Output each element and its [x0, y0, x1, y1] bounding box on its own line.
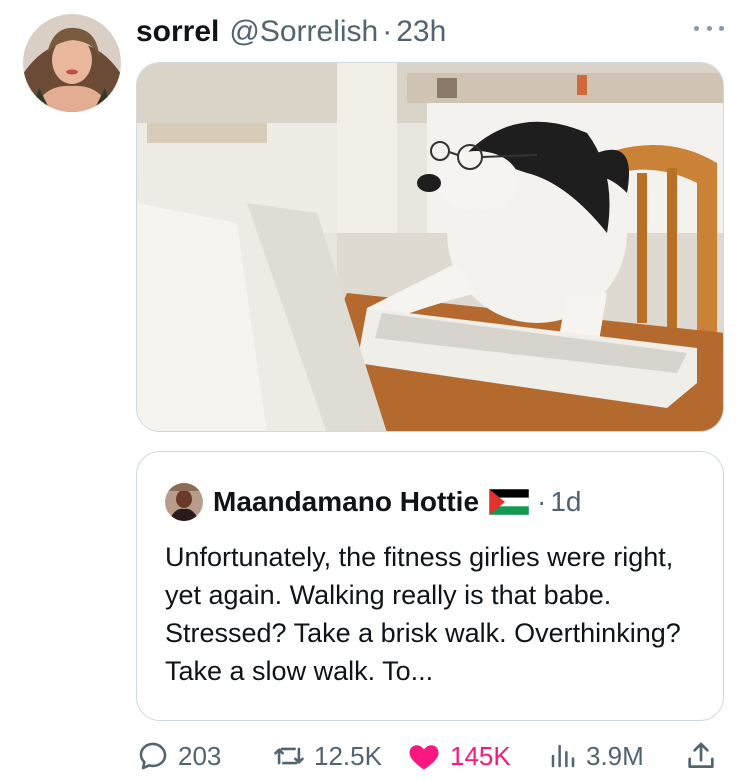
post-image[interactable]: [136, 62, 724, 432]
quote-time: 1d: [550, 486, 582, 517]
reply-icon: [139, 742, 167, 770]
views-count: 3.9M: [586, 740, 644, 771]
repost-count: 12.5K: [314, 740, 382, 771]
post-time[interactable]: 23h: [396, 15, 446, 49]
reply-count: 203: [178, 740, 222, 771]
quote-text: Unfortunately, the fitness girlies were …: [165, 542, 681, 686]
like-count: 145K: [450, 740, 511, 771]
quote-display-name: Maandamano Hottie: [213, 486, 480, 517]
user-handle[interactable]: @Sorrelish: [229, 15, 378, 49]
reply-button[interactable]: 203: [136, 734, 221, 778]
views-icon: [551, 744, 575, 768]
like-button[interactable]: 145K: [406, 734, 511, 778]
palestine-flag-icon: [488, 488, 530, 516]
avatar[interactable]: [23, 14, 121, 112]
separator: ·: [382, 15, 393, 48]
share-icon: [688, 742, 714, 768]
views-button[interactable]: 3.9M: [548, 734, 644, 778]
more-icon[interactable]: [694, 16, 724, 40]
repost-icon: [274, 747, 304, 765]
quote-avatar: [165, 483, 203, 521]
action-bar: 203 12.5K 145K 3.9M: [136, 734, 724, 778]
display-name[interactable]: sorrel: [136, 15, 219, 49]
share-button[interactable]: [684, 734, 726, 778]
quoted-post[interactable]: Maandamano Hottie · 1d Unfortunately, th…: [136, 451, 724, 721]
repost-button[interactable]: 12.5K: [272, 734, 382, 778]
heart-icon: [409, 745, 439, 770]
post-header: sorrel @Sorrelish · 23h: [136, 12, 446, 52]
quote-separator: ·: [537, 486, 547, 517]
quote-header: Maandamano Hottie · 1d: [165, 482, 582, 522]
